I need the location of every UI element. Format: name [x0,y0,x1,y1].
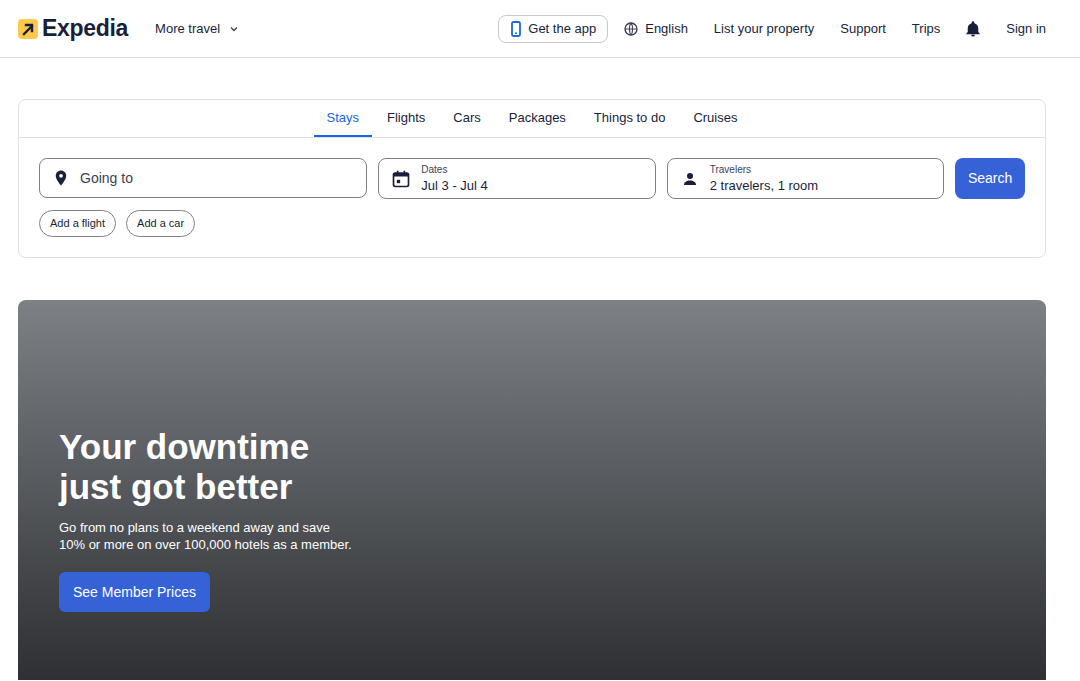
field-label: Dates [421,165,487,175]
search-form: Dates Jul 3 - Jul 4 Travelers 2 travelers, … [19,138,1045,257]
bell-icon [964,20,982,38]
logo-text[interactable]: Expedia [42,11,128,46]
field-value[interactable]: Jul 3 - Jul 4 [421,179,487,192]
destination-input[interactable] [80,168,354,189]
search-tab[interactable]: Things to do [581,100,679,137]
hero-subtitle-line: Go from no plans to a weekend away and s… [59,519,1046,536]
tab-label[interactable]: Cars [453,108,480,128]
dates-field[interactable]: Dates Jul 3 - Jul 4 [378,158,655,199]
travelers-field-text: Travelers 2 travelers, 1 room [710,165,818,192]
member-prices-button[interactable]: See Member Prices [59,572,210,612]
addon-chip[interactable]: Add a car [126,210,195,237]
search-tab[interactable]: Cars [440,100,493,137]
tab-label[interactable]: Things to do [594,108,666,128]
tab-label[interactable]: Packages [509,108,566,128]
destination-field[interactable] [39,158,367,198]
calendar-icon [391,169,411,189]
tab-label[interactable]: Stays [327,108,360,128]
location-pin-icon [52,169,70,187]
addon-chip[interactable]: Add a flight [39,210,116,237]
expedia-logo-icon [18,19,38,39]
search-tab[interactable]: Packages [496,100,579,137]
search-fields: Dates Jul 3 - Jul 4 Travelers 2 travelers, … [39,158,1025,199]
expedia-logo[interactable]: Expedia [18,11,128,46]
get-app-button[interactable]: Get the app [498,15,608,43]
hero-subtitle-line: 10% or more on over 100,000 hotels as a … [59,536,1046,553]
nav-link[interactable]: Trips [912,19,940,39]
nav-link[interactable]: Support [840,19,886,39]
field-label: Travelers [710,165,818,175]
search-tab[interactable]: Flights [374,100,438,137]
tab-label[interactable]: Cruises [693,108,737,128]
hero-title-line: just got better [59,467,1046,507]
search-addons: Add a flight Add a car [39,210,1025,237]
hero-subtitle: Go from no plans to a weekend away and s… [59,519,1046,553]
language-label[interactable]: English [645,19,688,39]
language-selector[interactable]: English [623,19,688,39]
search-button[interactable]: Search [955,158,1025,199]
search-tab[interactable]: Cruises [680,100,750,137]
person-icon [680,169,700,189]
hero-banner: Your downtimejust got better Go from no p… [18,300,1046,680]
nav-link[interactable]: List your property [714,19,814,39]
top-bar: Expedia More travel Get the app English List… [0,0,1080,58]
more-travel-label[interactable]: More travel [155,19,220,39]
field-value[interactable]: 2 travelers, 1 room [710,179,818,192]
get-app-label[interactable]: Get the app [528,19,596,39]
tab-label[interactable]: Flights [387,108,425,128]
header-actions: Get the app English List your property Supp… [498,15,1046,43]
search-tab[interactable]: Stays [314,100,373,137]
sign-in-link[interactable]: Sign in [1006,19,1046,39]
main-content: Stays Flights Cars Packages Things to do Crui… [0,58,1046,680]
hero-title-line: Your downtime [59,427,1046,467]
globe-icon [623,21,639,37]
search-tabs: Stays Flights Cars Packages Things to do Crui… [19,100,1045,138]
more-travel-menu[interactable]: More travel [155,19,240,39]
search-card: Stays Flights Cars Packages Things to do Crui… [18,99,1046,258]
phone-icon [510,21,522,37]
dates-field-text: Dates Jul 3 - Jul 4 [421,165,487,192]
notifications-button[interactable] [964,20,982,38]
travelers-field[interactable]: Travelers 2 travelers, 1 room [667,158,944,199]
hero-title: Your downtimejust got better [59,427,1046,507]
chevron-down-icon [228,23,240,35]
